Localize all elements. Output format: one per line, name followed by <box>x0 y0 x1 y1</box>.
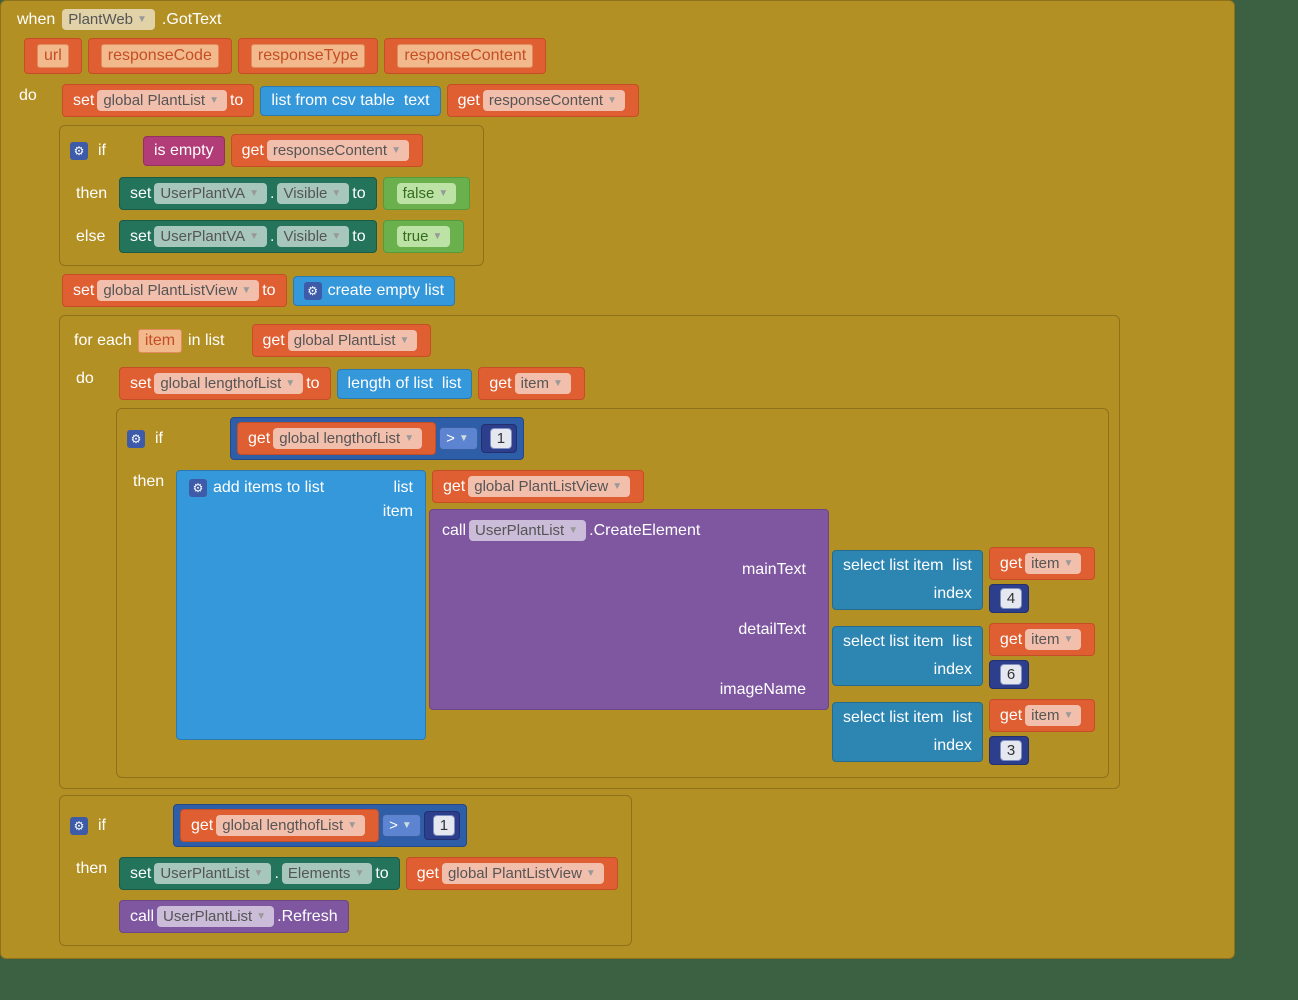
set-visible-true[interactable]: set UserPlantVA▼ . Visible▼ to <box>119 220 377 253</box>
final-if-block[interactable]: if get global lengthofList▼ >▼ 1 then <box>59 795 632 946</box>
csv-block[interactable]: list from csv table text <box>260 86 440 116</box>
create-empty-list[interactable]: create empty list <box>293 276 455 306</box>
select-item-imagename[interactable]: select list item list index <box>832 702 983 762</box>
get-item[interactable]: get item▼ <box>478 367 585 400</box>
gear-icon[interactable] <box>70 817 88 835</box>
gear-icon[interactable] <box>189 479 207 497</box>
param-responseType[interactable]: responseType <box>238 38 379 74</box>
select-item-detailtext[interactable]: select list item list index <box>832 626 983 686</box>
compare-block2[interactable]: get global lengthofList▼ >▼ 1 <box>173 804 467 847</box>
var-plantlist[interactable]: global PlantList▼ <box>97 90 227 111</box>
gear-icon[interactable] <box>304 282 322 300</box>
get-plantlistview[interactable]: get global PlantListView▼ <box>432 470 644 503</box>
set-elements-row[interactable]: set UserPlantList▼ . Elements▼ to get gl… <box>116 855 621 892</box>
when-label: when <box>13 11 59 29</box>
params-row: url responseCode responseType responseCo… <box>13 36 1222 76</box>
get-responseContent[interactable]: get responseContent▼ <box>447 84 639 117</box>
set-plantlistview-row[interactable]: set global PlantListView▼ to create empt… <box>59 272 458 309</box>
compare-block[interactable]: get global lengthofList▼ >▼ 1 <box>230 417 524 460</box>
set-block[interactable]: set global PlantList▼ to <box>62 84 254 117</box>
false-block[interactable]: false▼ <box>383 177 471 210</box>
param-responseCode[interactable]: responseCode <box>88 38 232 74</box>
get-responseContent2[interactable]: get responseContent▼ <box>231 134 423 167</box>
component-userplantlist[interactable]: UserPlantList▼ <box>469 520 586 541</box>
select-item-maintext[interactable]: select list item list index <box>832 550 983 610</box>
gt-operator[interactable]: >▼ <box>439 427 478 450</box>
inner-if-block[interactable]: if get global lengthofList▼ >▼ 1 <box>116 408 1109 778</box>
set-visible-false[interactable]: set UserPlantVA▼ . Visible▼ to <box>119 177 377 210</box>
get-plantlist[interactable]: get global PlantList▼ <box>252 324 432 357</box>
add-items-block[interactable]: add items to list list item <box>176 470 426 740</box>
event-header: when PlantWeb▼ .GotText <box>13 9 1222 30</box>
true-block[interactable]: true▼ <box>383 220 465 253</box>
loop-var[interactable]: item <box>138 329 182 353</box>
gear-icon[interactable] <box>127 430 145 448</box>
component-dropdown[interactable]: PlantWeb▼ <box>62 9 155 30</box>
param-responseContent[interactable]: responseContent <box>384 38 546 74</box>
foreach-block[interactable]: for each item in list get global PlantLi… <box>59 315 1120 789</box>
call-refresh-row[interactable]: call UserPlantList▼ .Refresh <box>116 898 352 935</box>
set-length-row[interactable]: set global lengthofList▼ to length of li… <box>116 365 588 402</box>
event-name: .GotText <box>158 11 226 29</box>
if-empty-block[interactable]: if is empty get responseContent▼ then se… <box>59 125 484 266</box>
length-of-list[interactable]: length of list list <box>337 369 473 399</box>
param-url[interactable]: url <box>24 38 82 74</box>
isempty-block[interactable]: is empty <box>143 136 225 166</box>
gt-operator[interactable]: >▼ <box>382 814 421 837</box>
set-plantlist-row[interactable]: set global PlantList▼ to list from csv t… <box>59 82 642 119</box>
call-createelement[interactable]: call UserPlantList▼ .CreateElement mainT… <box>429 509 829 710</box>
gear-icon[interactable] <box>70 142 88 160</box>
event-block[interactable]: when PlantWeb▼ .GotText url responseCode… <box>0 0 1235 959</box>
do-label: do <box>13 82 59 110</box>
